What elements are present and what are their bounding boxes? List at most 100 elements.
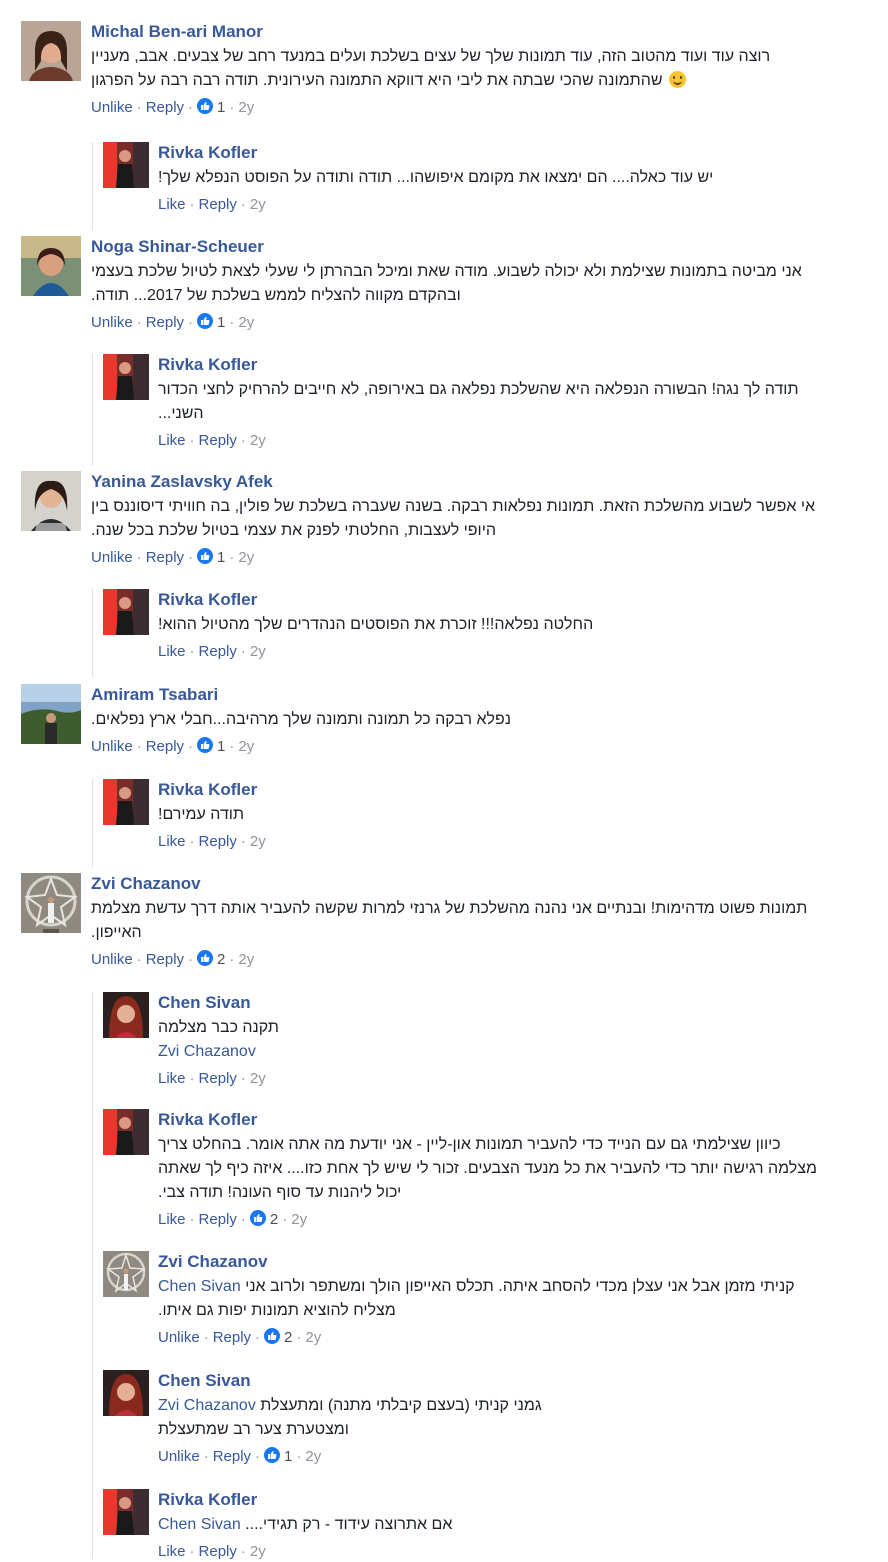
comment-line: שהתמונה שהכי שבתה את ליבי היא דווקא התמו… bbox=[91, 69, 881, 93]
reply-link[interactable]: Reply bbox=[199, 643, 237, 660]
comment-author[interactable]: Noga Shinar-Scheuer bbox=[91, 236, 881, 258]
timestamp[interactable]: 2y bbox=[250, 833, 266, 850]
comment-author[interactable]: Chen Sivan bbox=[158, 992, 868, 1014]
thumbs-up-icon[interactable] bbox=[197, 548, 214, 564]
comment-author[interactable]: Rivka Kofler bbox=[158, 354, 868, 376]
reply-link[interactable]: Reply bbox=[199, 833, 237, 850]
thumbs-up-icon[interactable] bbox=[264, 1328, 281, 1344]
avatar[interactable] bbox=[21, 873, 81, 933]
reply-link[interactable]: Reply bbox=[213, 1329, 251, 1346]
mention-link[interactable]: Zvi Chazanov bbox=[158, 1397, 256, 1414]
timestamp[interactable]: 2y bbox=[305, 1448, 321, 1465]
comment-line: ומצטערת צער רב שמתעצלת bbox=[158, 1421, 349, 1438]
unlike-link[interactable]: Unlike bbox=[91, 314, 133, 331]
reply-link[interactable]: Reply bbox=[199, 196, 237, 213]
unlike-link[interactable]: Unlike bbox=[91, 738, 133, 755]
thumbs-up-icon[interactable] bbox=[249, 1210, 266, 1226]
reply-link[interactable]: Reply bbox=[199, 1070, 237, 1087]
comment-line: החלטה נפלאה!!! זוכרת את הפוסטים הנהדרים … bbox=[158, 616, 594, 633]
comment-author[interactable]: Rivka Kofler bbox=[158, 142, 868, 164]
avatar[interactable] bbox=[103, 1370, 149, 1416]
timestamp[interactable]: 2y bbox=[238, 314, 254, 331]
like-count[interactable]: 2 bbox=[270, 1211, 278, 1228]
comment-author[interactable]: Michal Ben-ari Manor bbox=[91, 21, 881, 43]
unlike-link[interactable]: Unlike bbox=[158, 1329, 200, 1346]
thumbs-up-icon[interactable] bbox=[197, 737, 214, 753]
comment-author[interactable]: Zvi Chazanov bbox=[158, 1251, 868, 1273]
reply-link[interactable]: Reply bbox=[199, 1211, 237, 1228]
profile-photo-zvi bbox=[21, 873, 81, 933]
comment-author[interactable]: Rivka Kofler bbox=[158, 779, 868, 801]
comment-line: Zvi Chazanov bbox=[158, 1040, 868, 1064]
comment-line: אני מביטה בתמונות שצילמת ולא יכולה לשבוע… bbox=[91, 263, 802, 280]
unlike-link[interactable]: Unlike bbox=[158, 1448, 200, 1465]
comment-author[interactable]: Chen Sivan bbox=[158, 1370, 868, 1392]
comment-author[interactable]: Yanina Zaslavsky Afek bbox=[91, 471, 881, 493]
mention-link[interactable]: Chen Sivan bbox=[158, 1516, 241, 1533]
profile-photo-rivka bbox=[103, 354, 149, 400]
like-link[interactable]: Like bbox=[158, 1211, 186, 1228]
comment-author[interactable]: Rivka Kofler bbox=[158, 589, 868, 611]
mention-link[interactable]: Chen Sivan bbox=[158, 1278, 241, 1295]
avatar[interactable] bbox=[103, 1109, 149, 1155]
comment-author[interactable]: Rivka Kofler bbox=[158, 1489, 868, 1511]
thumbs-up-icon[interactable] bbox=[197, 98, 214, 114]
timestamp[interactable]: 2y bbox=[305, 1329, 321, 1346]
avatar[interactable] bbox=[21, 236, 81, 296]
avatar[interactable] bbox=[103, 1251, 149, 1297]
thumbs-up-icon[interactable] bbox=[197, 313, 214, 329]
unlike-link[interactable]: Unlike bbox=[91, 99, 133, 116]
avatar[interactable] bbox=[103, 142, 149, 188]
comment-author[interactable]: Zvi Chazanov bbox=[91, 873, 881, 895]
timestamp[interactable]: 2y bbox=[250, 432, 266, 449]
avatar[interactable] bbox=[103, 779, 149, 825]
timestamp[interactable]: 2y bbox=[238, 738, 254, 755]
like-link[interactable]: Like bbox=[158, 1070, 186, 1087]
smiley-emoji-icon bbox=[669, 71, 687, 88]
like-link[interactable]: Like bbox=[158, 833, 186, 850]
like-link[interactable]: Like bbox=[158, 196, 186, 213]
like-link[interactable]: Like bbox=[158, 1543, 186, 1560]
unlike-link[interactable]: Unlike bbox=[91, 951, 133, 968]
thumbs-up-icon[interactable] bbox=[264, 1447, 281, 1463]
comment-actions: Like · Reply · 2y bbox=[158, 196, 266, 213]
timestamp[interactable]: 2y bbox=[238, 549, 254, 566]
avatar[interactable] bbox=[21, 684, 81, 744]
timestamp[interactable]: 2y bbox=[238, 99, 254, 116]
comment-author[interactable]: Amiram Tsabari bbox=[91, 684, 881, 706]
comment-text: אי אפשר לשבוע מהשלכת הזאת. תמונות נפלאות… bbox=[91, 495, 881, 543]
reply-link[interactable]: Reply bbox=[199, 432, 237, 449]
avatar[interactable] bbox=[103, 589, 149, 635]
timestamp[interactable]: 2y bbox=[250, 196, 266, 213]
comment-line: גמני קניתי (בעצם קיבלתי מתנה) ומתעצלת Zv… bbox=[158, 1397, 542, 1414]
timestamp[interactable]: 2y bbox=[238, 951, 254, 968]
avatar[interactable] bbox=[103, 992, 149, 1038]
reply-link[interactable]: Reply bbox=[146, 738, 184, 755]
thumbs-up-icon[interactable] bbox=[197, 950, 214, 966]
reply-link[interactable]: Reply bbox=[146, 951, 184, 968]
comment-line: אי אפשר לשבוע מהשלכת הזאת. תמונות נפלאות… bbox=[91, 498, 816, 515]
comment-author[interactable]: Rivka Kofler bbox=[158, 1109, 878, 1131]
unlike-link[interactable]: Unlike bbox=[91, 549, 133, 566]
avatar[interactable] bbox=[21, 21, 81, 81]
like-link[interactable]: Like bbox=[158, 432, 186, 449]
reply-link[interactable]: Reply bbox=[146, 549, 184, 566]
mention-link[interactable]: Zvi Chazanov bbox=[158, 1043, 256, 1060]
timestamp[interactable]: 2y bbox=[250, 1070, 266, 1087]
reply-link[interactable]: Reply bbox=[199, 1543, 237, 1560]
comment-text: תמונות פשוט מדהימות! ובנתיים אני נהנה מה… bbox=[91, 897, 881, 945]
reply-link[interactable]: Reply bbox=[213, 1448, 251, 1465]
comment-line: תקנה כבר מצלמה bbox=[158, 1019, 279, 1036]
comment-text: החלטה נפלאה!!! זוכרת את הפוסטים הנהדרים … bbox=[158, 613, 868, 637]
comment-line: נפלא רבקה כל תמונה ותמונה שלך מרהיבה...ח… bbox=[91, 711, 511, 728]
timestamp[interactable]: 2y bbox=[291, 1211, 307, 1228]
avatar[interactable] bbox=[103, 1489, 149, 1535]
like-link[interactable]: Like bbox=[158, 643, 186, 660]
comment-actions: Unlike · Reply · 1 · 2y bbox=[91, 313, 255, 331]
reply-link[interactable]: Reply bbox=[146, 314, 184, 331]
timestamp[interactable]: 2y bbox=[250, 643, 266, 660]
reply-link[interactable]: Reply bbox=[146, 99, 184, 116]
avatar[interactable] bbox=[103, 354, 149, 400]
timestamp[interactable]: 2y bbox=[250, 1543, 266, 1560]
avatar[interactable] bbox=[21, 471, 81, 531]
